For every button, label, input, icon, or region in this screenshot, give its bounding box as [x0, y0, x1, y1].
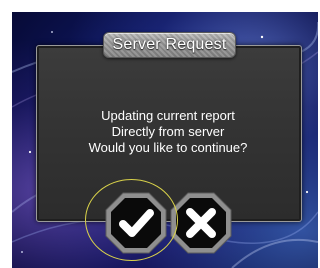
- checkmark-icon: [105, 192, 167, 254]
- cancel-button[interactable]: [170, 192, 232, 254]
- message-line: Directly from server: [111, 124, 225, 139]
- dialog-title-plate: Server Request: [103, 32, 236, 58]
- message-line: Updating current report: [101, 108, 235, 123]
- confirm-button[interactable]: [105, 192, 167, 254]
- dialog-title: Server Request: [112, 36, 227, 53]
- x-icon: [170, 192, 232, 254]
- message-line: Would you like to continue?: [88, 140, 248, 155]
- dialog-message: Updating current report Directly from se…: [36, 108, 300, 156]
- game-screen: Server Request Updating current report D…: [0, 0, 318, 268]
